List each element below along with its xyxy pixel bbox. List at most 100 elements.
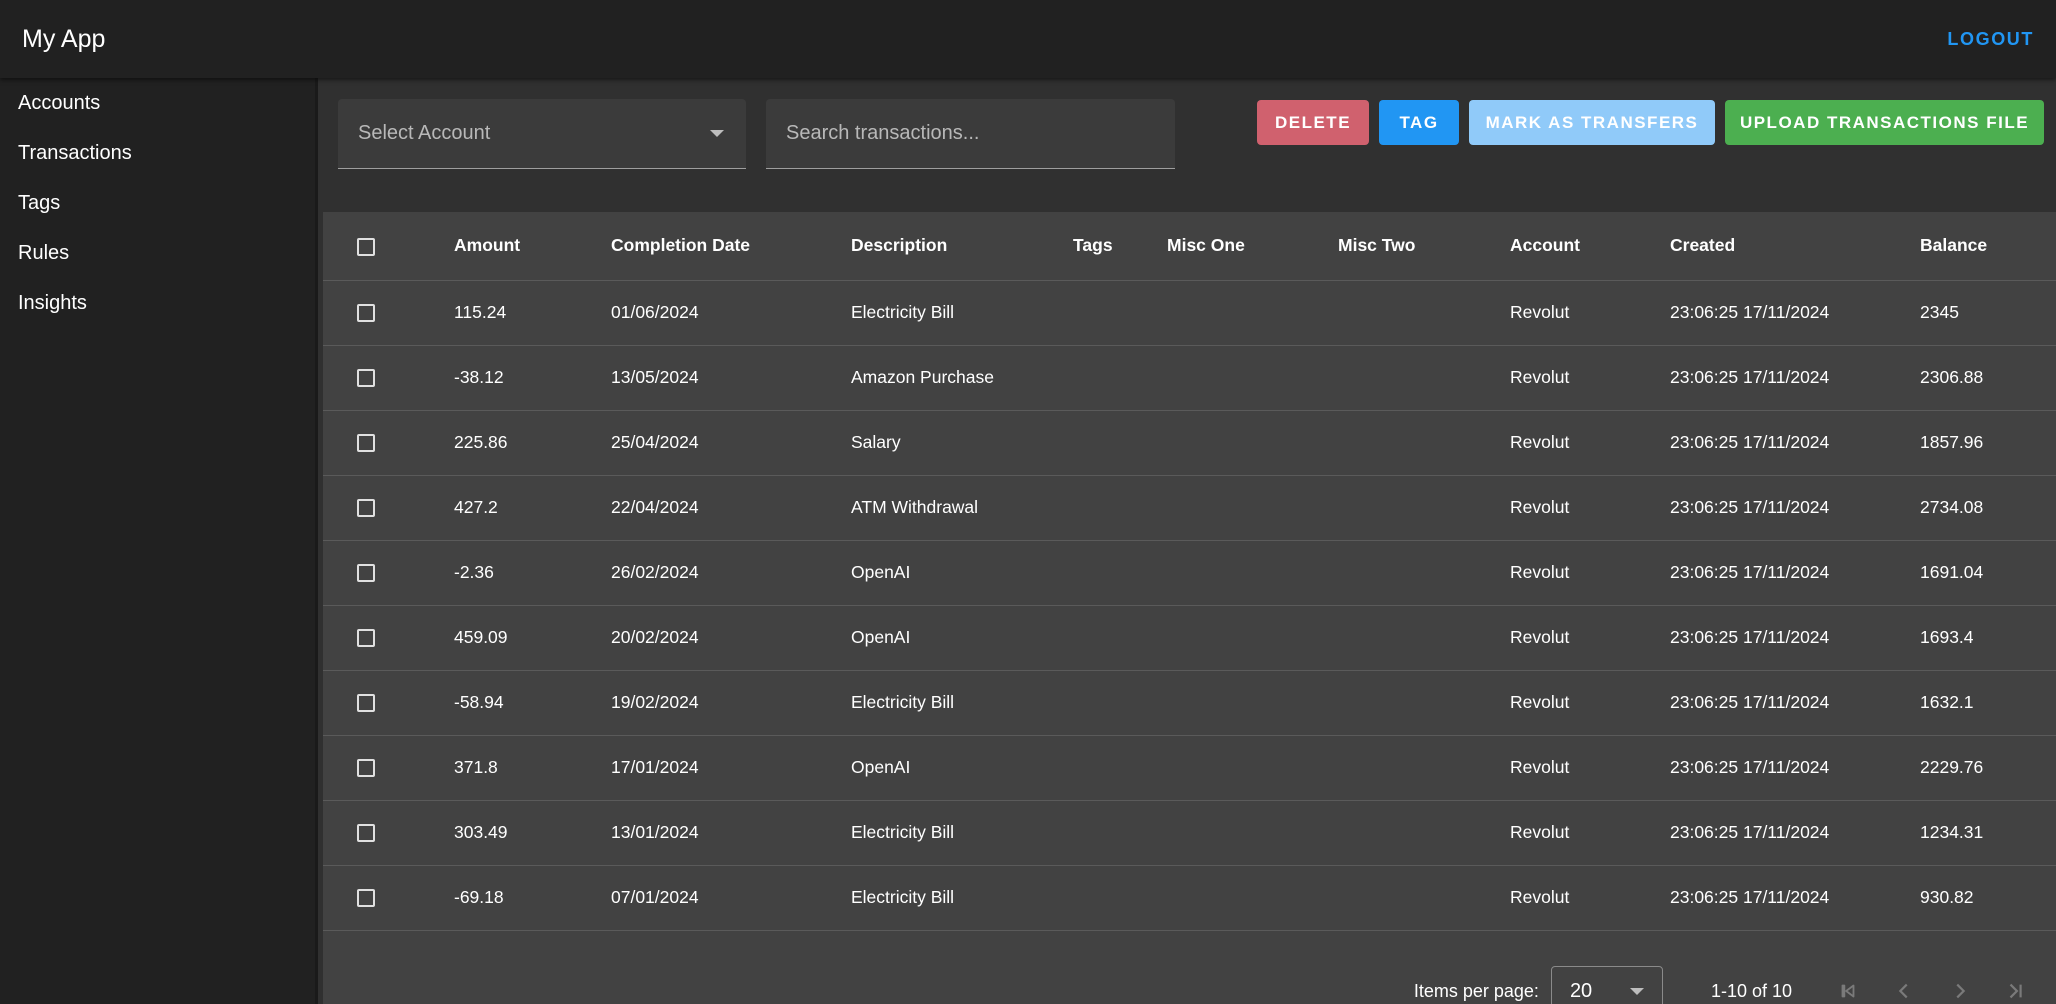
table-row[interactable]: 427.2 22/04/2024 ATM Withdrawal Revolut 23:0… bbox=[323, 475, 2056, 541]
row-checkbox[interactable] bbox=[357, 824, 375, 843]
chevron-left-icon bbox=[1898, 983, 1908, 999]
logout-button[interactable]: LOGOUT bbox=[1947, 29, 2034, 50]
sidebar-item-accounts[interactable]: Accounts bbox=[0, 78, 315, 128]
previous-page-button[interactable] bbox=[1876, 966, 1932, 1004]
next-page-button[interactable] bbox=[1932, 966, 1988, 1004]
column-header-completion-date[interactable]: Completion Date bbox=[611, 212, 851, 281]
cell-amount: 427.2 bbox=[454, 475, 611, 541]
cell-description: Electricity Bill bbox=[851, 280, 1073, 346]
row-checkbox[interactable] bbox=[357, 564, 375, 583]
column-header-misc-one[interactable]: Misc One bbox=[1167, 212, 1338, 281]
cell-tags bbox=[1073, 800, 1167, 866]
cell-amount: -58.94 bbox=[454, 670, 611, 736]
row-checkbox[interactable] bbox=[357, 304, 375, 323]
search-field[interactable] bbox=[766, 99, 1175, 169]
items-per-page-label: Items per page: bbox=[1413, 980, 1539, 1001]
cell-description: OpenAI bbox=[851, 540, 1073, 606]
cell-misc-one bbox=[1167, 410, 1338, 476]
page-range-label: 1-10 of 10 bbox=[1710, 980, 1792, 1001]
table-row[interactable]: 225.86 25/04/2024 Salary Revolut 23:06:25 17… bbox=[323, 410, 2056, 476]
cell-misc-two bbox=[1338, 540, 1510, 606]
upload-transactions-button[interactable]: UPLOAD TRANSACTIONS FILE bbox=[1725, 100, 2044, 145]
cell-description: Amazon Purchase bbox=[851, 345, 1073, 411]
cell-amount: 371.8 bbox=[454, 735, 611, 801]
cell-balance: 1234.31 bbox=[1920, 800, 2056, 866]
table-row[interactable]: 459.09 20/02/2024 OpenAI Revolut 23:06:25 17… bbox=[323, 605, 2056, 671]
cell-description: ATM Withdrawal bbox=[851, 475, 1073, 541]
row-checkbox[interactable] bbox=[357, 759, 375, 778]
table-row[interactable]: 115.24 01/06/2024 Electricity Bill Revolut 2… bbox=[323, 280, 2056, 346]
cell-created: 23:06:25 17/11/2024 bbox=[1670, 345, 1920, 411]
app-toolbar: My App LOGOUT bbox=[0, 0, 2056, 78]
column-header-description[interactable]: Description bbox=[851, 212, 1073, 281]
row-checkbox[interactable] bbox=[357, 694, 375, 713]
cell-amount: 303.49 bbox=[454, 800, 611, 866]
cell-created: 23:06:25 17/11/2024 bbox=[1670, 865, 1920, 931]
cell-account: Revolut bbox=[1510, 475, 1670, 541]
table-row[interactable]: -58.94 19/02/2024 Electricity Bill Revolut 2… bbox=[323, 670, 2056, 736]
cell-description: Electricity Bill bbox=[851, 800, 1073, 866]
column-header-account[interactable]: Account bbox=[1510, 212, 1670, 281]
cell-misc-one bbox=[1167, 865, 1338, 931]
cell-account: Revolut bbox=[1510, 345, 1670, 411]
cell-balance: 2345 bbox=[1920, 280, 2056, 346]
column-header-balance[interactable]: Balance bbox=[1920, 212, 2056, 281]
sidebar-item-transactions[interactable]: Transactions bbox=[0, 128, 315, 178]
account-select-placeholder: Select Account bbox=[358, 122, 491, 144]
cell-balance: 1632.1 bbox=[1920, 670, 2056, 736]
table-row[interactable]: -2.36 26/02/2024 OpenAI Revolut 23:06:25 17/… bbox=[323, 540, 2056, 606]
cell-completion-date: 13/05/2024 bbox=[611, 345, 851, 411]
select-all-checkbox[interactable] bbox=[357, 237, 375, 256]
transactions-table-container: Amount Completion Date Description Tags … bbox=[323, 212, 2056, 1004]
tag-button[interactable]: TAG bbox=[1379, 100, 1459, 145]
cell-account: Revolut bbox=[1510, 605, 1670, 671]
cell-balance: 2229.76 bbox=[1920, 735, 2056, 801]
row-checkbox[interactable] bbox=[357, 499, 375, 518]
account-select[interactable]: Select Account bbox=[338, 99, 746, 169]
cell-completion-date: 07/01/2024 bbox=[611, 865, 851, 931]
cell-description: OpenAI bbox=[851, 605, 1073, 671]
cell-amount: 115.24 bbox=[454, 280, 611, 346]
cell-amount: -69.18 bbox=[454, 865, 611, 931]
cell-misc-two bbox=[1338, 605, 1510, 671]
row-checkbox[interactable] bbox=[357, 369, 375, 388]
cell-misc-one bbox=[1167, 475, 1338, 541]
table-row[interactable]: 371.8 17/01/2024 OpenAI Revolut 23:06:25 17/… bbox=[323, 735, 2056, 801]
column-header-created[interactable]: Created bbox=[1670, 212, 1920, 281]
cell-misc-one bbox=[1167, 670, 1338, 736]
transactions-table: Amount Completion Date Description Tags … bbox=[323, 212, 2056, 931]
items-per-page-select[interactable]: 20 bbox=[1550, 966, 1663, 1004]
cell-misc-one bbox=[1167, 735, 1338, 801]
mark-as-transfers-button[interactable]: MARK AS TRANSFERS bbox=[1469, 100, 1715, 145]
main-content: Select Account DELETE TAG MARK AS TRANSF… bbox=[321, 78, 2056, 1004]
row-checkbox[interactable] bbox=[357, 629, 375, 648]
column-header-misc-two[interactable]: Misc Two bbox=[1338, 212, 1510, 281]
search-input[interactable] bbox=[786, 122, 1155, 145]
sidebar-item-rules[interactable]: Rules bbox=[0, 228, 315, 278]
first-page-icon bbox=[1841, 984, 1855, 998]
cell-tags bbox=[1073, 410, 1167, 476]
sidebar-item-insights[interactable]: Insights bbox=[0, 278, 315, 328]
first-page-button[interactable] bbox=[1820, 966, 1876, 1004]
cell-tags bbox=[1073, 605, 1167, 671]
row-checkbox[interactable] bbox=[357, 434, 375, 453]
transactions-toolbar: Select Account DELETE TAG MARK AS TRANSF… bbox=[321, 78, 2056, 212]
last-page-button[interactable] bbox=[1988, 966, 2044, 1004]
cell-amount: 225.86 bbox=[454, 410, 611, 476]
row-checkbox[interactable] bbox=[357, 889, 375, 908]
cell-balance: 1691.04 bbox=[1920, 540, 2056, 606]
table-row[interactable]: -38.12 13/05/2024 Amazon Purchase Revolut 23… bbox=[323, 345, 2056, 411]
column-header-amount[interactable]: Amount bbox=[454, 212, 611, 281]
cell-created: 23:06:25 17/11/2024 bbox=[1670, 735, 1920, 801]
column-header-tags[interactable]: Tags bbox=[1073, 212, 1167, 281]
table-row[interactable]: 303.49 13/01/2024 Electricity Bill Revolut 2… bbox=[323, 800, 2056, 866]
sidebar-item-tags[interactable]: Tags bbox=[0, 178, 315, 228]
cell-misc-two bbox=[1338, 475, 1510, 541]
table-header-row: Amount Completion Date Description Tags … bbox=[323, 212, 2056, 281]
cell-created: 23:06:25 17/11/2024 bbox=[1670, 605, 1920, 671]
delete-button[interactable]: DELETE bbox=[1257, 100, 1369, 145]
cell-balance: 2306.88 bbox=[1920, 345, 2056, 411]
cell-account: Revolut bbox=[1510, 410, 1670, 476]
table-row[interactable]: -69.18 07/01/2024 Electricity Bill Revolut 2… bbox=[323, 865, 2056, 931]
cell-misc-one bbox=[1167, 280, 1338, 346]
